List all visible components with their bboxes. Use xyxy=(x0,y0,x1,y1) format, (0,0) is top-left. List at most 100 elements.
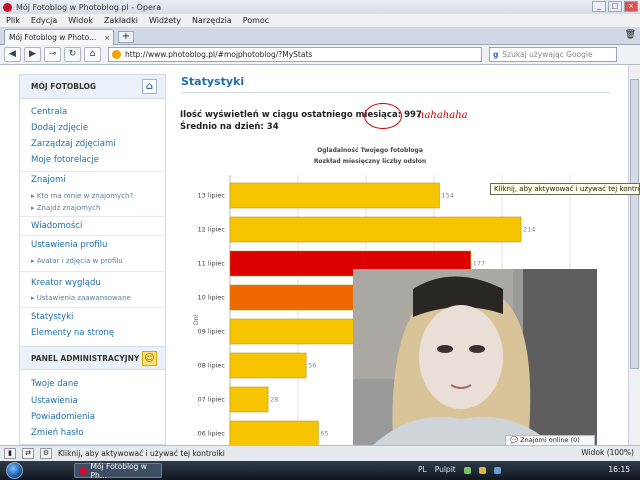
sidebar-item-elementy[interactable]: Elementy na stronę xyxy=(31,328,114,338)
sidebar-item-dodaj[interactable]: Dodaj zdjęcie xyxy=(31,123,88,133)
handwritten-annotation: hahahaha xyxy=(418,110,468,121)
sidebar-item-centrala[interactable]: Centrala xyxy=(31,107,67,117)
wand-button[interactable]: ⊸ xyxy=(44,47,61,62)
sidebar-item-wiadomosci[interactable]: Wiadomości xyxy=(31,221,82,231)
chart-ylabel: Dni xyxy=(193,315,200,325)
panel-toggle-icon[interactable]: ▮ xyxy=(4,448,16,459)
plugin-tooltip: Kliknij, aby aktywować i używać tej kont… xyxy=(490,183,640,195)
tab-active[interactable]: Mój Fotoblog w Photo... × xyxy=(4,29,114,45)
sidebar-item-powiadomienia[interactable]: Powiadomienia xyxy=(31,412,95,422)
chart-category-label: 06 lipiec xyxy=(198,430,226,438)
address-url: http://www.photoblog.pl/#mojphotoblog/?M… xyxy=(125,50,313,59)
reload-button[interactable]: ↻ xyxy=(64,47,81,62)
title-bar: Mój Fotoblog w Photoblog.pl - Opera _ □ … xyxy=(0,0,640,14)
divider xyxy=(20,171,165,172)
menu-widok[interactable]: Widok xyxy=(68,16,93,25)
tab-label: Mój Fotoblog w Photo... xyxy=(9,33,97,42)
new-tab-button[interactable]: + xyxy=(118,31,134,43)
taskbar-item-label: Mój Fotoblog w Ph... xyxy=(90,461,147,480)
transfer-icon[interactable]: ⇄ xyxy=(22,448,34,459)
chart-category-label: 09 lipiec xyxy=(198,328,226,336)
sidebar-item-znajomi[interactable]: Znajomi xyxy=(31,175,66,185)
home-button[interactable]: ⌂ xyxy=(84,47,101,62)
desktop-toolbar[interactable]: Pulpit xyxy=(435,465,456,474)
chart-title-text: Ogladalność Twojego fotobloga xyxy=(317,147,423,154)
opera-logo-icon xyxy=(3,2,12,12)
antivirus-icon[interactable] xyxy=(493,467,501,474)
status-bar: ▮ ⇄ ⚙ Kliknij, aby aktywować i używać te… xyxy=(0,445,640,461)
chart-title: Ogladalność Twojego fotobloga Rozkład mi… xyxy=(230,145,510,167)
divider xyxy=(20,307,165,308)
sidebar-item-statystyki[interactable]: Statystyki xyxy=(31,312,73,322)
chart-bar xyxy=(229,386,269,413)
menu-pomoc[interactable]: Pomoc xyxy=(243,16,270,25)
chart-value-label: 154 xyxy=(441,192,453,200)
close-window-button[interactable]: × xyxy=(624,1,638,12)
sidebar-subitem-avatar[interactable]: ▸ Avatar i zdjęcia w profilu xyxy=(31,257,123,265)
sidebar-item-ustawienia-profilu[interactable]: Ustawienia profilu xyxy=(31,240,107,250)
chart-category-label: 11 lipiec xyxy=(198,260,226,268)
chart-value-label: 214 xyxy=(523,226,535,234)
photo-right-eye xyxy=(469,345,485,353)
language-indicator[interactable]: PL xyxy=(418,465,427,474)
turbo-icon[interactable]: ⚙ xyxy=(40,448,52,459)
embedded-photo[interactable] xyxy=(353,269,597,445)
status-text: Kliknij, aby aktywować i używać tej kont… xyxy=(58,449,225,458)
start-button-icon[interactable] xyxy=(6,462,23,479)
menu-plik[interactable]: Plik xyxy=(6,16,20,25)
admin-panel-icon[interactable]: ☺ xyxy=(142,351,157,366)
sidebar-subitem-kto[interactable]: ▸ Kto ma mnie w znajomych? xyxy=(31,192,133,200)
chart-bar xyxy=(229,216,522,243)
menu-edycja[interactable]: Edycja xyxy=(31,16,57,25)
chart-bar xyxy=(229,420,319,445)
sidebar-header-label: MÓJ FOTOBLOG xyxy=(31,82,96,91)
sidebar-subitem-label: Ustawienia zaawansowane xyxy=(36,294,131,302)
back-button[interactable]: ◀ xyxy=(4,47,21,62)
sidebar-item-ustawienia[interactable]: Ustawienia xyxy=(31,396,78,406)
maximize-button[interactable]: □ xyxy=(608,1,622,12)
taskbar-item-opera[interactable]: Mój Fotoblog w Ph... xyxy=(74,461,162,480)
volume-icon[interactable] xyxy=(478,467,486,474)
sidebar-header-fotoblog: MÓJ FOTOBLOG ⌂ xyxy=(20,75,165,99)
scrollbar-thumb[interactable] xyxy=(630,79,639,369)
sidebar-subitem-label: Znajdź znajomych xyxy=(36,204,101,212)
menu-bar: Plik Edycja Widok Zakładki Widżety Narzę… xyxy=(0,14,640,27)
menu-narzedzia[interactable]: Narzędzia xyxy=(192,16,232,25)
sidebar-item-kreator[interactable]: Kreator wyglądu xyxy=(31,278,101,288)
forward-button[interactable]: ▶ xyxy=(24,47,41,62)
daily-average: Średnio na dzień: 34 xyxy=(180,122,279,132)
home-icon[interactable]: ⌂ xyxy=(142,79,157,94)
close-tab-icon[interactable]: × xyxy=(104,34,110,42)
address-field[interactable]: http://www.photoblog.pl/#mojphotoblog/?M… xyxy=(108,47,482,62)
chart-subtitle-text: Rozkład miesięczny liczby odsłon xyxy=(313,158,427,165)
sidebar-subitem-label: Kto ma mnie w znajomych? xyxy=(36,192,134,200)
sidebar-subitem-znajdz[interactable]: ▸ Znajdź znajomych xyxy=(31,204,100,212)
chat-icon: 💬 xyxy=(510,436,519,444)
sidebar-subitem-zaawansowane[interactable]: ▸ Ustawienia zaawansowane xyxy=(31,294,131,302)
photo-left-eye xyxy=(437,345,453,353)
chart-value-label: 177 xyxy=(473,260,485,268)
vertical-scrollbar[interactable] xyxy=(628,65,640,445)
opera-taskbar-icon xyxy=(79,466,87,475)
page-title: Statystyki xyxy=(181,75,245,88)
minimize-button[interactable]: _ xyxy=(592,1,606,12)
favicon-icon xyxy=(112,50,121,59)
sidebar-item-fotorelacje[interactable]: Moje fotorelacje xyxy=(31,155,99,165)
tab-bar: Mój Fotoblog w Photo... × + 🗑 xyxy=(0,27,640,45)
navigation-bar: ◀ ▶ ⊸ ↻ ⌂ http://www.photoblog.pl/#mojph… xyxy=(0,45,640,65)
chart-value-label: 56 xyxy=(308,362,316,370)
red-circle-annotation xyxy=(364,103,402,129)
sidebar-item-zarzadzaj[interactable]: Zarządzaj zdjęciami xyxy=(31,139,116,149)
search-input[interactable]: g Szukaj używając Google xyxy=(489,47,617,62)
menu-widzety[interactable]: Widżety xyxy=(149,16,181,25)
network-icon[interactable] xyxy=(463,467,471,474)
trash-icon[interactable]: 🗑 xyxy=(625,30,636,40)
friends-online-label: Znajomi online (0) xyxy=(520,436,580,444)
divider xyxy=(20,271,165,272)
sidebar-item-twoje-dane[interactable]: Twoje dane xyxy=(31,379,78,389)
chart-value-label: 65 xyxy=(320,430,328,438)
menu-zakladki[interactable]: Zakładki xyxy=(104,16,138,25)
chart-category-label: 07 lipiec xyxy=(198,396,226,404)
zoom-control[interactable]: Widok (100%) xyxy=(581,448,634,457)
sidebar-item-zmien-haslo[interactable]: Zmień hasło xyxy=(31,428,83,438)
